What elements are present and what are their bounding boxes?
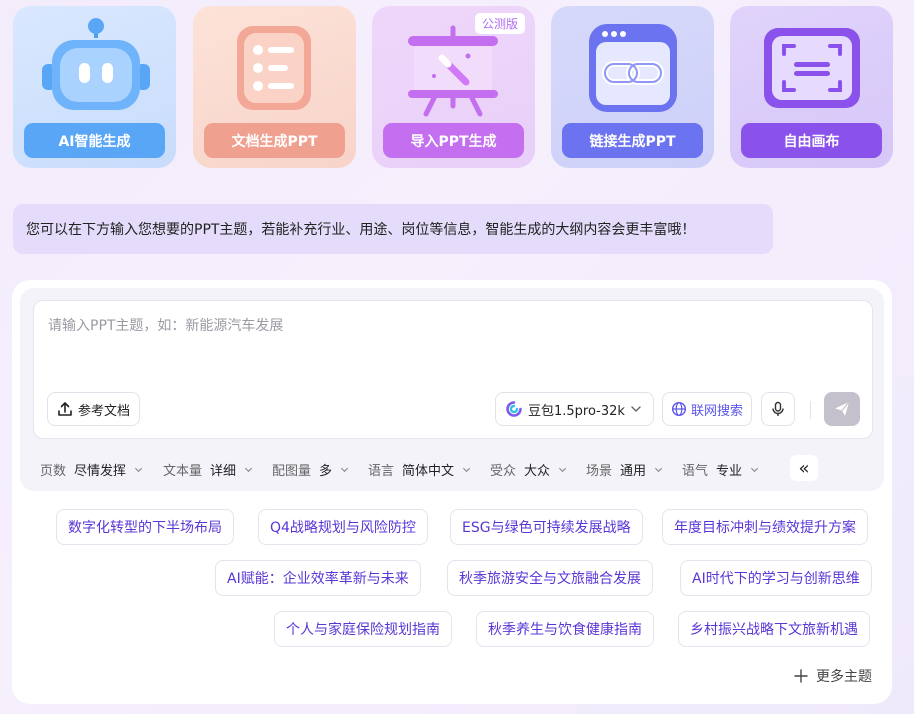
globe-icon [671, 401, 686, 417]
chevron-down-icon [558, 467, 567, 472]
option-label: 受众 [490, 463, 517, 479]
doubao-logo-icon [506, 401, 522, 417]
suggestion-chip[interactable]: 秋季养生与饮食健康指南 [476, 611, 654, 647]
toolbar-divider [810, 401, 811, 419]
chevron-down-icon [340, 467, 349, 472]
microphone-icon [772, 401, 784, 416]
more-topics-button[interactable]: 更多主题 [794, 665, 872, 687]
chevron-down-icon [462, 467, 471, 472]
upload-icon [58, 402, 72, 416]
chevron-down-icon [750, 467, 759, 472]
scan-canvas-icon [764, 28, 860, 108]
mode-card-import-ppt[interactable]: 公测版 导入PPT生成 [372, 6, 535, 168]
option-value: 详细 [210, 463, 237, 479]
model-select[interactable]: 豆包1.5pro-32k [495, 392, 654, 426]
option-tone[interactable]: 语气 专业 [682, 458, 759, 480]
option-label: 配图量 [272, 463, 312, 479]
robot-icon [42, 18, 150, 110]
web-search-label: 联网搜索 [690, 403, 743, 419]
topic-input[interactable] [48, 315, 848, 375]
mode-label: AI智能生成 [24, 123, 165, 158]
mode-card-free-canvas[interactable]: 自由画布 [730, 6, 893, 168]
model-label: 豆包1.5pro-32k [528, 403, 625, 419]
mode-card-ai-generate[interactable]: AI智能生成 [13, 6, 176, 168]
suggestion-chip[interactable]: ESG与绿色可持续发展战略 [450, 509, 643, 545]
option-label: 语言 [368, 463, 395, 479]
generation-options: 页数 尽情发挥 文本量 详细 配图量 多 语言 简体中文 受众 大众 场景 通用… [40, 455, 880, 481]
main-panel: 参考文档 豆包1.5pro-32k 联网搜索 [12, 280, 892, 704]
suggestion-chip[interactable]: 乡村振兴战略下文旅新机遇 [678, 611, 870, 647]
option-scene[interactable]: 场景 通用 [586, 458, 663, 480]
chevron-down-icon [134, 467, 143, 472]
mode-card-doc-to-ppt[interactable]: 文档生成PPT [193, 6, 356, 168]
suggestion-chip[interactable]: Q4战略规划与风险防控 [258, 509, 428, 545]
send-button[interactable] [824, 392, 860, 426]
suggestion-chip[interactable]: 数字化转型的下半场布局 [56, 509, 234, 545]
input-zone: 参考文档 豆包1.5pro-32k 联网搜索 [20, 288, 884, 491]
option-label: 页数 [40, 463, 67, 479]
input-box: 参考文档 豆包1.5pro-32k 联网搜索 [33, 300, 873, 439]
mode-label: 文档生成PPT [204, 123, 345, 158]
mode-cards: AI智能生成 文档生成PPT 公测版 导入PPT生成 链接生成PPT 自由画布 [13, 6, 893, 168]
option-label: 文本量 [163, 463, 203, 479]
option-label: 语气 [682, 463, 709, 479]
option-value: 通用 [620, 463, 647, 479]
web-search-toggle[interactable]: 联网搜索 [662, 392, 752, 426]
collapse-options-button[interactable]: « [790, 455, 818, 481]
suggestion-chip[interactable]: 秋季旅游安全与文旅融合发展 [447, 560, 653, 596]
chevron-down-icon [244, 467, 253, 472]
suggestion-chip[interactable]: 个人与家庭保险规划指南 [274, 611, 452, 647]
chevron-down-icon [631, 406, 641, 412]
beta-badge: 公测版 [474, 13, 525, 34]
mode-card-link-to-ppt[interactable]: 链接生成PPT [551, 6, 714, 168]
option-text-amount[interactable]: 文本量 详细 [163, 458, 253, 480]
option-language[interactable]: 语言 简体中文 [368, 458, 471, 480]
plus-icon [794, 669, 808, 683]
reference-doc-label: 参考文档 [77, 403, 130, 419]
mode-label: 导入PPT生成 [383, 123, 524, 158]
document-list-icon [237, 26, 311, 110]
option-value: 尽情发挥 [74, 463, 127, 479]
option-value: 专业 [716, 463, 743, 479]
voice-input-button[interactable] [761, 392, 795, 426]
option-image-amount[interactable]: 配图量 多 [272, 458, 349, 480]
send-icon [835, 401, 850, 416]
option-value: 多 [319, 463, 333, 479]
option-label: 场景 [586, 463, 613, 479]
option-pages[interactable]: 页数 尽情发挥 [40, 458, 143, 480]
suggestion-chip[interactable]: 年度目标冲刺与绩效提升方案 [662, 509, 868, 545]
option-value: 简体中文 [402, 463, 455, 479]
reference-doc-button[interactable]: 参考文档 [47, 392, 140, 426]
option-value: 大众 [524, 463, 551, 479]
option-audience[interactable]: 受众 大众 [490, 458, 567, 480]
mode-label: 自由画布 [741, 123, 882, 158]
more-topics-label: 更多主题 [816, 669, 872, 685]
mode-label: 链接生成PPT [562, 123, 703, 158]
chevron-down-icon [654, 467, 663, 472]
hint-message: 您可以在下方输入您想要的PPT主题，若能补充行业、用途、岗位等信息，智能生成的大… [13, 204, 773, 254]
browser-link-icon [589, 24, 677, 112]
suggestion-chip[interactable]: AI赋能：企业效率革新与未来 [215, 560, 421, 596]
suggestion-chip[interactable]: AI时代下的学习与创新思维 [680, 560, 872, 596]
